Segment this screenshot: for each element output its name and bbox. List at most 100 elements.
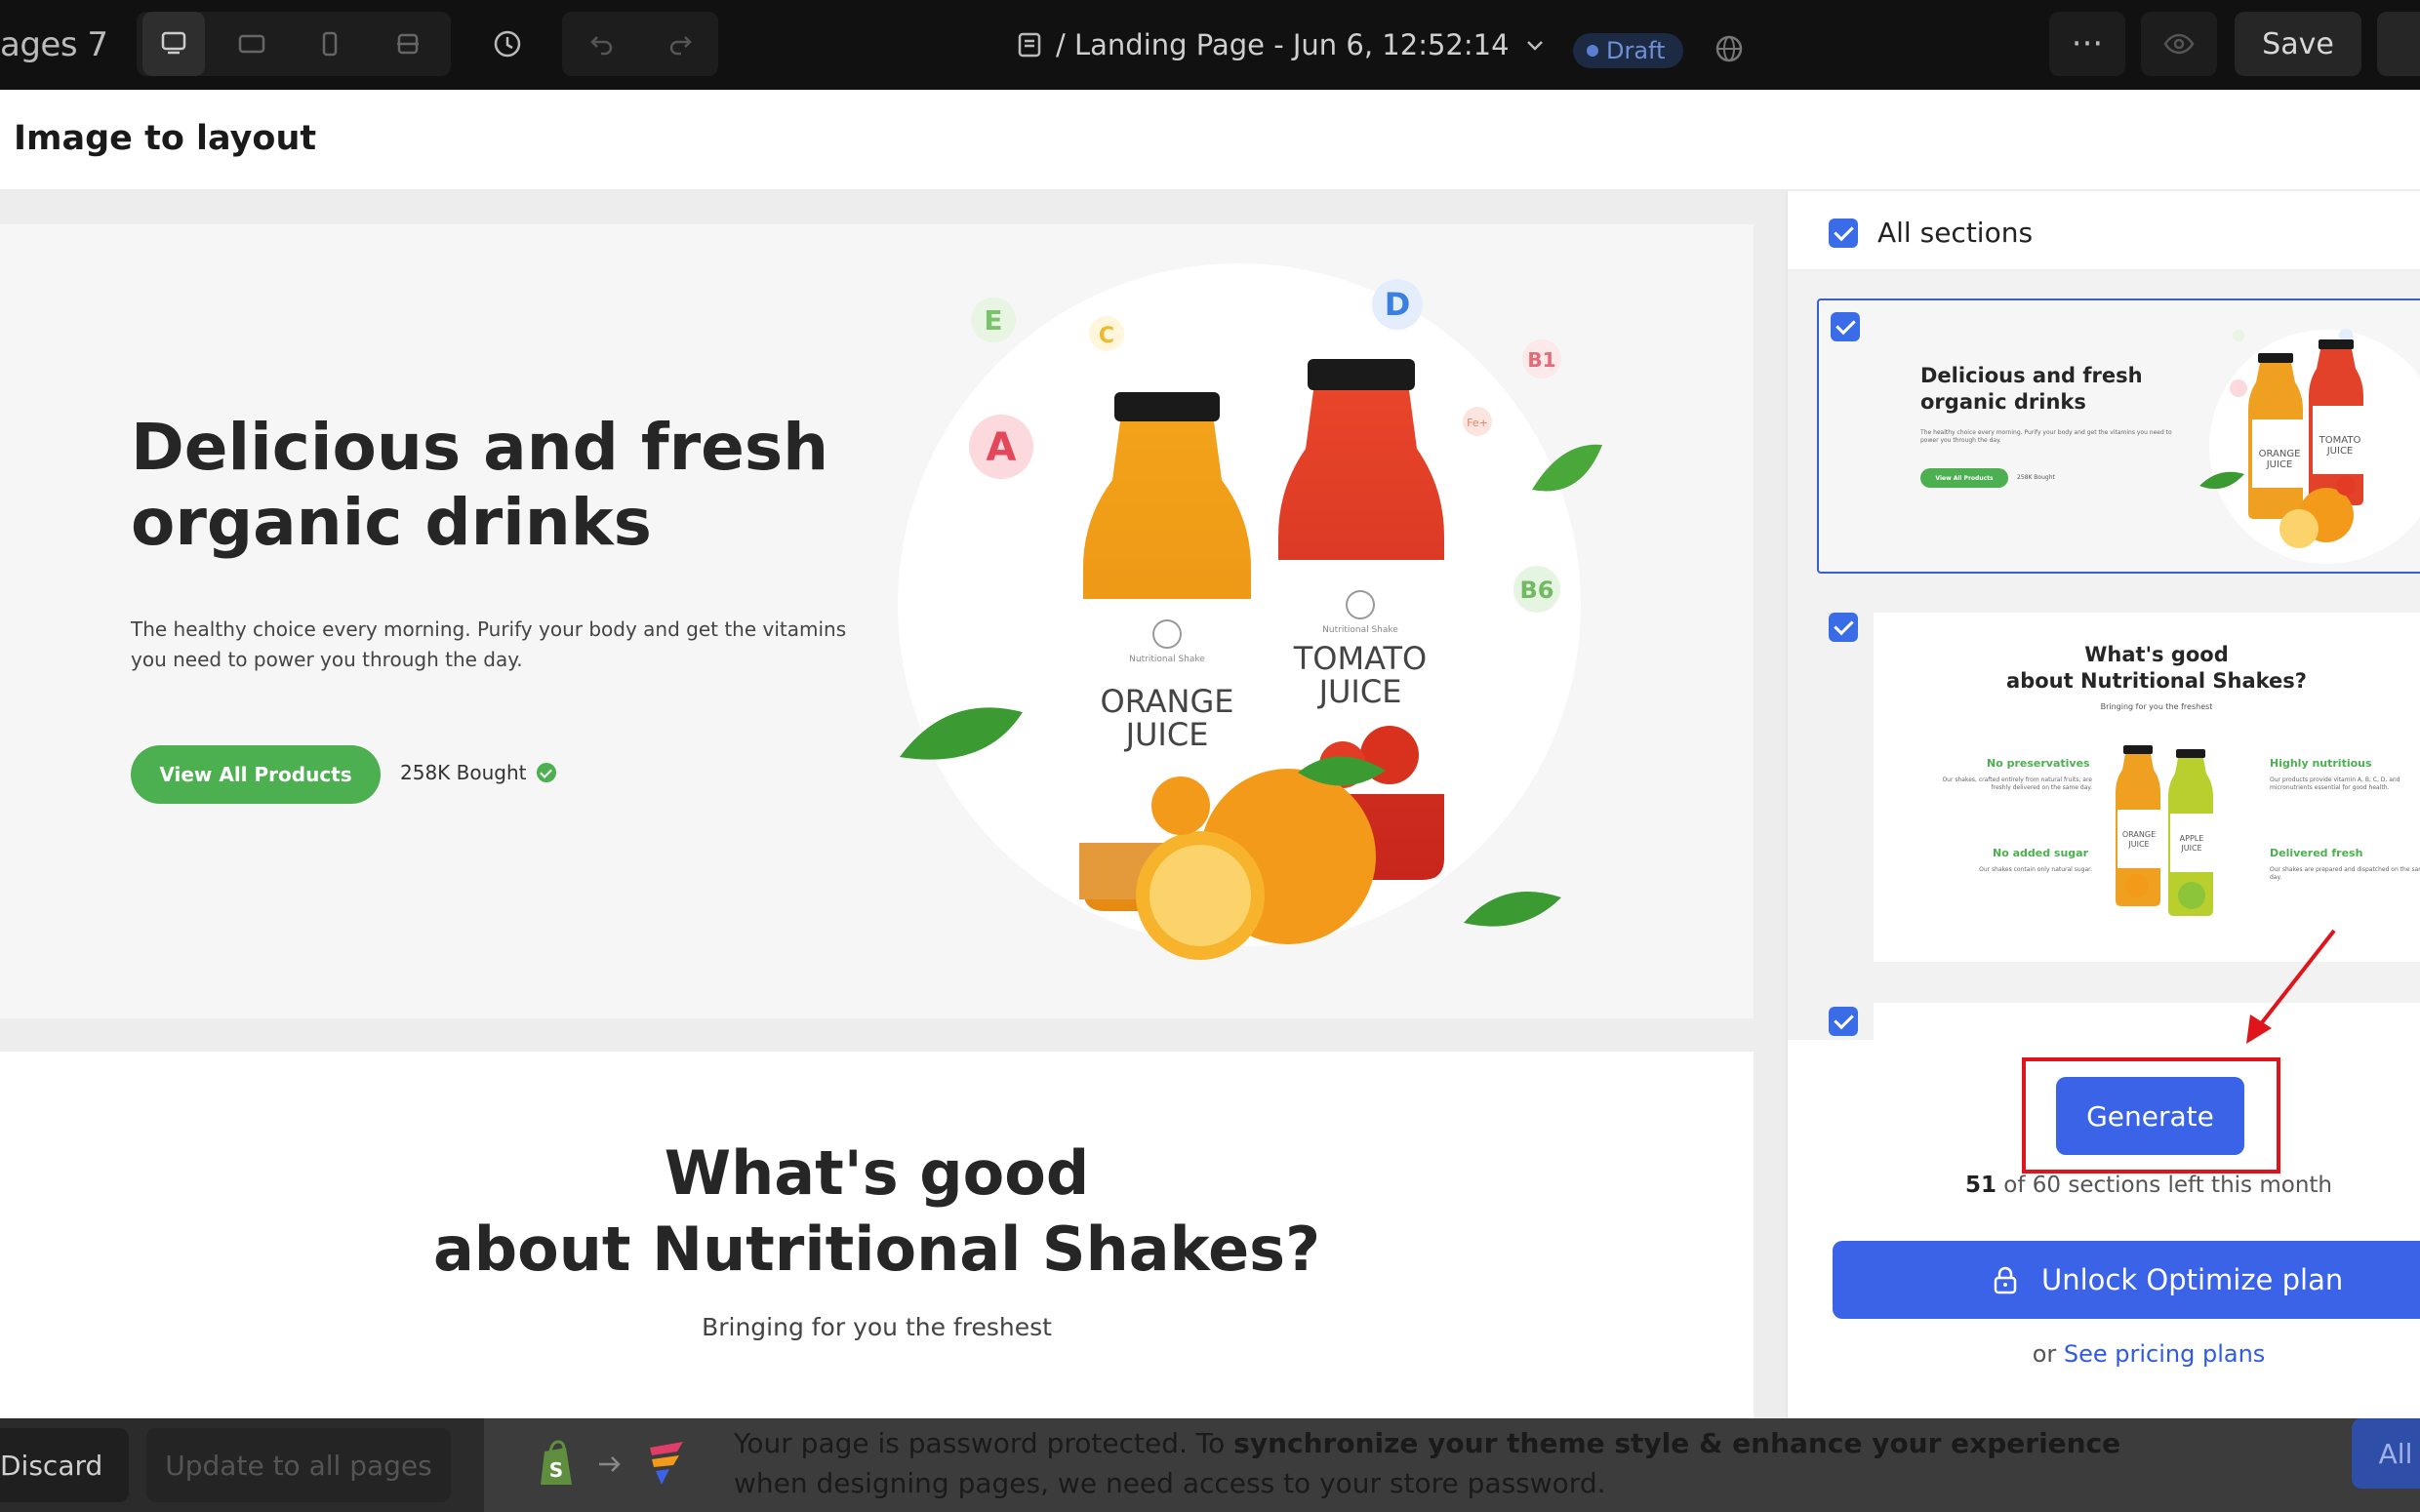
thumb-feature-text: Our products provide vitamin A, B, C, D,… (2270, 776, 2400, 792)
sections-used-count: 51 (1964, 1173, 1996, 1198)
redo-icon (669, 36, 692, 56)
svg-text:D: D (1385, 286, 1411, 323)
app-logo-icon (650, 1442, 683, 1485)
juice-bottles-illustration: E C D B1 A Fe+ B6 Nutritional Shake TOMA… (898, 263, 1602, 960)
bought-counter: 258K Bought (400, 761, 556, 784)
svg-text:S: S (549, 1458, 563, 1482)
status-dot (1587, 45, 1598, 57)
mineral-fe-bubble: Fe+ (1463, 407, 1492, 436)
desktop-view-button[interactable] (142, 12, 205, 76)
svg-text:ORANGE: ORANGE (2259, 449, 2301, 459)
page-selector[interactable]: / Landing Page - Jun 6, 12:52:14 (1015, 23, 1549, 66)
save-button[interactable]: Save (2235, 12, 2361, 76)
features-title-line1: What's good (664, 1137, 1090, 1209)
thumb-bottles-illustration: ORANGE JUICE TOMATO JUICE (2199, 329, 2420, 564)
thumb-feature-title: Delivered fresh (2270, 847, 2363, 859)
mobile-icon (322, 31, 338, 57)
page-title: / Landing Page - Jun 6, 12:52:14 (1056, 28, 1510, 61)
section-checkbox-features[interactable] (1829, 613, 1858, 642)
thumb-feature-title: Highly nutritious (2270, 757, 2372, 770)
svg-text:JUICE: JUICE (2266, 459, 2293, 470)
features-title-line2: about Nutritional Shakes? (432, 1213, 1321, 1285)
tablet-landscape-icon (238, 34, 265, 54)
unlock-optimize-plan-button[interactable]: Unlock Optimize plan (1833, 1241, 2420, 1319)
features-title: What's good about Nutritional Shakes? (0, 1135, 1754, 1287)
fullscreen-view-button[interactable] (377, 12, 439, 76)
section-checkbox-hero[interactable] (1831, 312, 1860, 341)
annotation-arrow (2246, 929, 2336, 1044)
discard-button[interactable]: Discard (0, 1428, 129, 1502)
svg-text:Nutritional Shake: Nutritional Shake (1129, 655, 1205, 664)
history-button[interactable] (478, 12, 537, 76)
thumb-feature-title: No preservatives (1987, 757, 2090, 770)
draft-status-badge: Draft (1573, 33, 1683, 68)
thumb-feature-text: Our shakes contain only natural sugar. (1979, 866, 2092, 873)
undo-icon (590, 36, 613, 56)
layout-preview[interactable]: Delicious and fresh organic drinks The h… (0, 191, 1786, 1418)
all-sections-label: All sections (1877, 217, 2034, 249)
undo-button[interactable] (568, 12, 636, 76)
bought-label: 258K Bought (400, 761, 527, 784)
svg-text:APPLE: APPLE (2180, 834, 2204, 843)
all-sections-toggle[interactable]: All sections (1829, 217, 2033, 249)
svg-text:TOMATO: TOMATO (1293, 640, 1427, 677)
thumb-features-title-line2: about Nutritional Shakes? (2006, 669, 2307, 694)
svg-text:JUICE: JUICE (1317, 673, 1402, 710)
generate-button[interactable]: Generate (2056, 1077, 2244, 1155)
globe-icon (1715, 35, 1743, 62)
thumb-hero-button: View All Products (1920, 468, 2008, 488)
fullscreen-icon (397, 33, 419, 55)
hero-section-preview: Delicious and fresh organic drinks The h… (0, 224, 1754, 1018)
notice-text-bold: synchronize your theme style & enhance y… (1233, 1427, 2121, 1459)
all-sections-checkbox[interactable] (1829, 218, 1858, 248)
modal-title: Image to layout (14, 119, 317, 158)
hero-description: The healthy choice every morning. Purify… (131, 617, 847, 671)
publish-button[interactable] (2377, 12, 2420, 76)
pricing-or: or (2032, 1340, 2064, 1368)
update-to-all-pages-button[interactable]: Update to all pages (146, 1428, 451, 1502)
pricing-line: or See pricing plans (1788, 1340, 2420, 1368)
language-button[interactable] (1710, 29, 1749, 68)
more-options-button[interactable]: ··· (2049, 12, 2125, 76)
svg-text:C: C (1099, 324, 1114, 348)
thumb-feature-text: Our shakes, crafted entirely from natura… (1942, 776, 2092, 792)
thumb-features-bottles: ORANGE JUICE APPLE JUICE (2116, 745, 2213, 916)
notice-text-1: Your page is password protected. To (734, 1427, 1234, 1459)
section-thumbnail-hero[interactable]: Delicious and fresh organic drinks The h… (1817, 298, 2420, 574)
top-toolbar: ages 7 / Landing Page - Jun 6, 12:52:14 … (0, 0, 2420, 90)
svg-text:JUICE: JUICE (2127, 840, 2149, 849)
features-subtitle: Bringing for you the freshest (702, 1313, 1052, 1341)
mobile-view-button[interactable] (299, 12, 361, 76)
thumb-features-subtitle: Bringing for you the freshest (2100, 702, 2213, 711)
app-brand: ages 7 (0, 25, 108, 64)
thumb-hero-title: Delicious and fresh organic drinks (1920, 364, 2143, 415)
vitamin-d-bubble: D (1372, 279, 1423, 330)
lock-icon (1994, 1266, 2017, 1294)
vitamin-e-bubble: E (971, 298, 1016, 342)
svg-text:ORANGE: ORANGE (1101, 683, 1234, 720)
svg-text:Nutritional Shake: Nutritional Shake (1322, 625, 1398, 635)
thumb-features-title-line1: What's good (2084, 643, 2229, 666)
svg-text:JUICE: JUICE (1124, 716, 1209, 753)
thumb-feature-title: No added sugar (1993, 847, 2089, 859)
section-checkbox-3[interactable] (1829, 1007, 1858, 1036)
sections-panel: All sections Delicious and fresh organic… (1786, 191, 2420, 1418)
preview-button[interactable] (2141, 12, 2217, 76)
features-section-preview: What's good about Nutritional Shakes? Br… (0, 1052, 1754, 1418)
allow-access-button[interactable]: All (2352, 1418, 2420, 1489)
desktop-icon (161, 31, 186, 55)
section-thumbnail-features[interactable]: What's good about Nutritional Shakes? Br… (1874, 613, 2420, 962)
svg-text:TOMATO: TOMATO (2319, 435, 2361, 446)
see-pricing-plans-link[interactable]: See pricing plans (2064, 1340, 2265, 1368)
password-notice: S Your page is password protected. To sy… (484, 1418, 2420, 1512)
draft-label: Draft (1606, 37, 1666, 64)
arrow-right-icon (599, 1456, 621, 1472)
svg-text:Fe+: Fe+ (1467, 417, 1488, 429)
unlock-label: Unlock Optimize plan (2041, 1263, 2344, 1296)
thumb-hero-text: The healthy choice every morning. Purify… (1920, 429, 2172, 445)
eye-icon (2163, 33, 2195, 55)
redo-button[interactable] (646, 12, 714, 76)
tablet-landscape-view-button[interactable] (221, 12, 283, 76)
shopify-icon: S (541, 1440, 572, 1485)
bottom-bar: Discard Update to all pages S Your page … (0, 1418, 2420, 1512)
